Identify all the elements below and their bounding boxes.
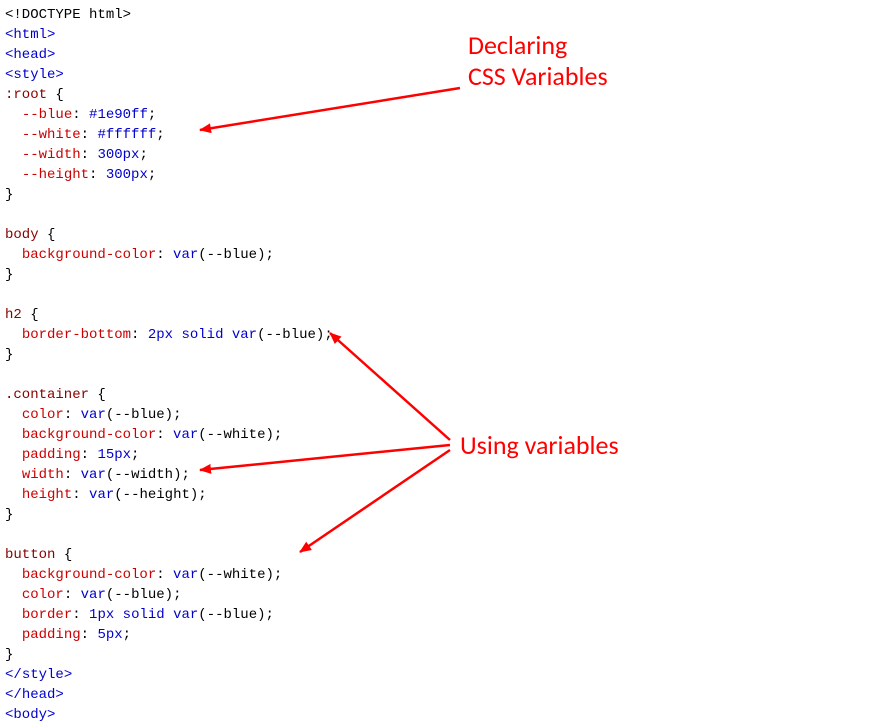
code-line: color: var(--blue); xyxy=(5,587,181,603)
code-line: --width: 300px; xyxy=(5,147,148,163)
code-line: width: var(--width); xyxy=(5,467,190,483)
code-line: border-bottom: 2px solid var(--blue); xyxy=(5,327,333,343)
code-line: <style> xyxy=(5,67,64,83)
code-line: } xyxy=(5,347,13,363)
code-line: --height: 300px; xyxy=(5,167,156,183)
code-line: } xyxy=(5,267,13,283)
code-line: } xyxy=(5,507,13,523)
code-line: </style> xyxy=(5,667,72,683)
code-line: background-color: var(--blue); xyxy=(5,247,274,263)
code-line: } xyxy=(5,187,13,203)
code-line: border: 1px solid var(--blue); xyxy=(5,607,274,623)
code-line: button { xyxy=(5,547,72,563)
code-line: .container { xyxy=(5,387,106,403)
annotation-text: Using variables xyxy=(460,429,619,461)
code-line: <!DOCTYPE html> xyxy=(5,7,131,23)
code-line: background-color: var(--white); xyxy=(5,567,282,583)
annotation-text: CSS Variables xyxy=(468,60,608,92)
code-line: body { xyxy=(5,227,55,243)
code-line: --blue: #1e90ff; xyxy=(5,107,156,123)
code-block: <!DOCTYPE html> <html> <head> <style> :r… xyxy=(5,5,333,725)
annotation-declaring: Declaring CSS Variables xyxy=(468,30,608,92)
code-line: padding: 15px; xyxy=(5,447,139,463)
code-line: :root { xyxy=(5,87,64,103)
annotation-using: Using variables xyxy=(460,430,619,461)
code-line: padding: 5px; xyxy=(5,627,131,643)
code-line: height: var(--height); xyxy=(5,487,207,503)
arrow-icon xyxy=(330,333,450,440)
code-line: </head> xyxy=(5,687,64,703)
code-line: <head> xyxy=(5,47,55,63)
code-line: color: var(--blue); xyxy=(5,407,181,423)
code-line: h2 { xyxy=(5,307,39,323)
code-line: <html> xyxy=(5,27,55,43)
annotation-text: Declaring xyxy=(468,29,567,61)
code-line: background-color: var(--white); xyxy=(5,427,282,443)
code-line: --white: #ffffff; xyxy=(5,127,165,143)
code-line: <body> xyxy=(5,707,55,723)
